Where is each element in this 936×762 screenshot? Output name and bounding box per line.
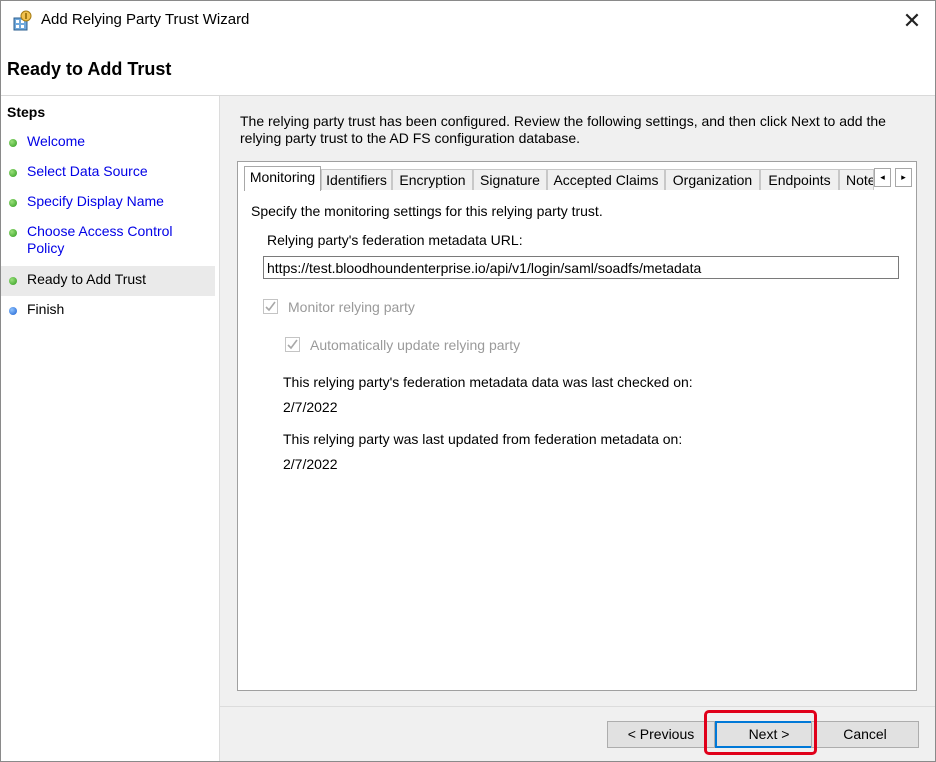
step-done-icon xyxy=(9,199,17,207)
tab-scroll-right-button[interactable]: ▸ xyxy=(895,168,912,187)
tab-endpoints[interactable]: Endpoints xyxy=(760,169,839,190)
step-label: Ready to Add Trust xyxy=(27,271,147,287)
description-line1: The relying party trust has been configu… xyxy=(240,113,886,129)
last-checked-label: This relying party's federation metadata… xyxy=(283,374,693,390)
step-done-icon xyxy=(9,169,17,177)
close-button[interactable]: ✕ xyxy=(889,1,935,41)
checkmark-icon xyxy=(287,339,298,350)
monitoring-tab-content: Specify the monitoring settings for this… xyxy=(237,190,917,690)
step-label[interactable]: Choose Access Control Policy xyxy=(27,223,173,257)
adfs-app-icon xyxy=(11,10,33,32)
monitor-relying-party-label: Monitor relying party xyxy=(288,299,415,315)
next-button-highlight xyxy=(704,710,817,755)
tab-encryption[interactable]: Encryption xyxy=(392,169,473,190)
title-bar: Add Relying Party Trust Wizard ✕ xyxy=(1,1,935,41)
wizard-header: Ready to Add Trust xyxy=(1,41,935,96)
previous-button[interactable]: < Previous xyxy=(607,721,715,748)
step-done-icon xyxy=(9,229,17,237)
steps-title: Steps xyxy=(7,104,46,120)
main-content: The relying party trust has been configu… xyxy=(220,96,935,706)
button-bar: < Previous Next > Cancel xyxy=(220,706,935,761)
steps-panel: Steps Welcome Select Data Source Specify… xyxy=(1,96,220,761)
page-title: Ready to Add Trust xyxy=(7,59,172,79)
tab-label: Note xyxy=(846,172,874,188)
step-label[interactable]: Select Data Source xyxy=(27,163,148,180)
tab-identifiers[interactable]: Identifiers xyxy=(321,169,392,190)
auto-update-label: Automatically update relying party xyxy=(310,337,521,353)
close-icon: ✕ xyxy=(902,8,922,33)
step-label-line2: Policy xyxy=(27,240,65,256)
checkmark-icon xyxy=(265,301,276,312)
step-label[interactable]: Specify Display Name xyxy=(27,193,164,210)
tab-label: Accepted Claims xyxy=(553,172,659,188)
tab-label: Signature xyxy=(480,172,540,188)
tab-label: Encryption xyxy=(399,172,466,188)
tab-notes[interactable]: Note xyxy=(839,169,874,190)
step-ready-to-add-trust: Ready to Add Trust xyxy=(1,266,215,296)
tab-label: Identifiers xyxy=(326,172,387,188)
step-welcome[interactable]: Welcome xyxy=(1,133,215,153)
step-label[interactable]: Welcome xyxy=(27,133,85,150)
tab-label: Endpoints xyxy=(768,172,831,188)
metadata-url-field[interactable]: https://test.bloodhoundenterprise.io/api… xyxy=(263,256,899,279)
step-current-icon xyxy=(9,277,17,285)
step-done-icon xyxy=(9,139,17,147)
tab-scroll-left-button[interactable]: ◂ xyxy=(874,168,891,187)
tab-strip: Monitoring Identifiers Encryption Signat… xyxy=(244,166,914,191)
tab-label: Organization xyxy=(672,172,753,188)
auto-update-checkbox[interactable] xyxy=(285,337,300,352)
tab-label: Monitoring xyxy=(249,169,316,185)
cancel-button[interactable]: Cancel xyxy=(811,721,919,748)
description-line2: relying party trust to the AD FS configu… xyxy=(240,130,581,146)
window-title: Add Relying Party Trust Wizard xyxy=(41,11,250,28)
monitoring-intro: Specify the monitoring settings for this… xyxy=(251,203,603,219)
step-finish: Finish xyxy=(1,301,215,321)
chevron-right-icon: ▸ xyxy=(901,172,906,182)
last-updated-label: This relying party was last updated from… xyxy=(283,431,683,447)
metadata-url-label: Relying party's federation metadata URL: xyxy=(267,232,523,248)
step-specify-display-name[interactable]: Specify Display Name xyxy=(1,193,215,213)
chevron-left-icon: ◂ xyxy=(880,172,885,182)
step-label-line1: Choose Access Control xyxy=(27,223,173,239)
description: The relying party trust has been configu… xyxy=(240,113,900,147)
monitor-relying-party-checkbox[interactable] xyxy=(263,299,278,314)
step-select-data-source[interactable]: Select Data Source xyxy=(1,163,215,183)
tab-monitoring[interactable]: Monitoring xyxy=(244,166,321,191)
last-updated-value: 2/7/2022 xyxy=(283,456,338,472)
step-choose-access-control-policy[interactable]: Choose Access Control Policy xyxy=(1,223,215,259)
last-checked-value: 2/7/2022 xyxy=(283,399,338,415)
tab-organization[interactable]: Organization xyxy=(665,169,760,190)
step-pending-icon xyxy=(9,307,17,315)
tab-signature[interactable]: Signature xyxy=(473,169,547,190)
tab-accepted-claims[interactable]: Accepted Claims xyxy=(547,169,665,190)
step-label: Finish xyxy=(27,301,65,317)
wizard-window: Add Relying Party Trust Wizard ✕ Ready t… xyxy=(0,0,936,762)
